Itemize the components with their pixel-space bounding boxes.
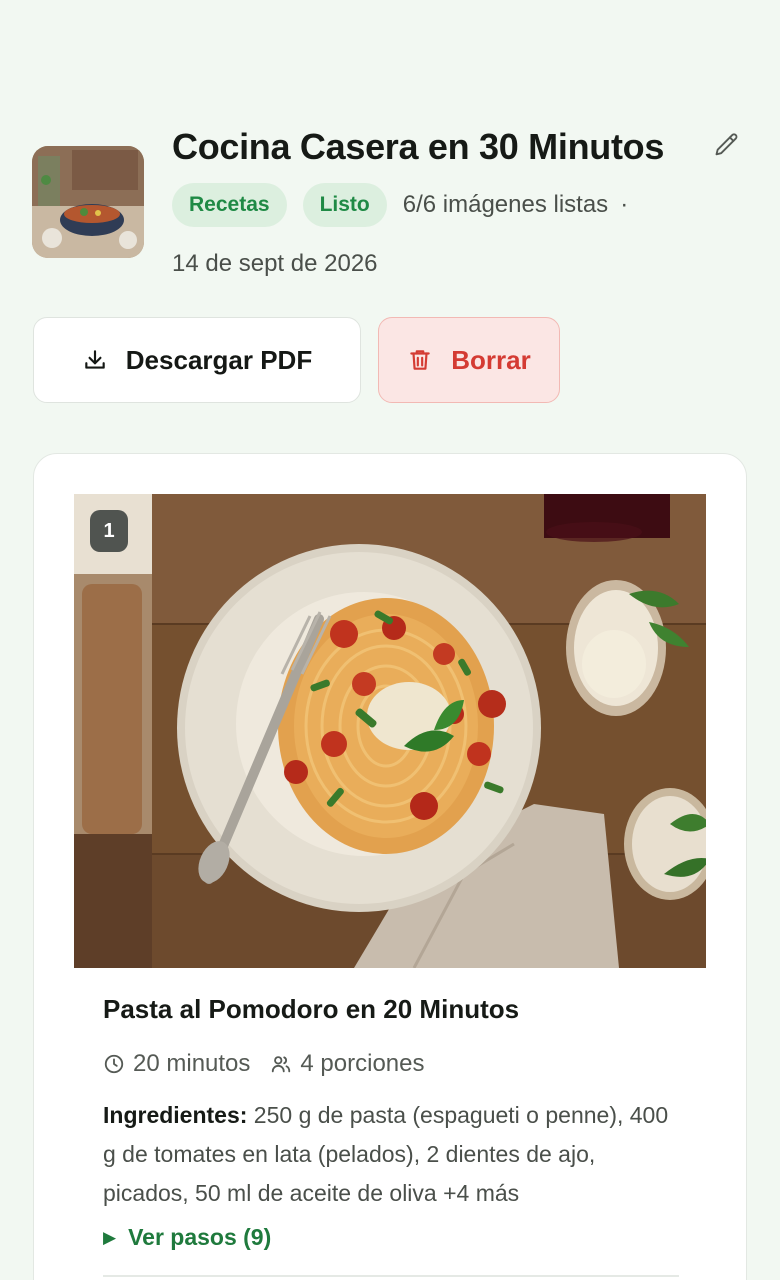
recipe-time-label: 20 minutos — [133, 1050, 251, 1077]
trash-icon — [410, 350, 430, 370]
delete-button[interactable]: Borrar — [378, 317, 560, 403]
collection-header: Cocina Casera en 30 Minutos Recetas List… — [32, 120, 748, 280]
recipe-card: 1 Pasta al Pomodoro en 20 Minutos 20 min… — [33, 453, 747, 1280]
recipe-time: 20 minutos — [103, 1050, 250, 1078]
category-badge: Recetas — [172, 183, 287, 227]
triangle-right-icon: ▶ — [103, 1227, 117, 1247]
edit-title-button[interactable] — [710, 128, 744, 162]
delete-label: Borrar — [451, 344, 531, 375]
view-steps-toggle[interactable]: ▶ Ver pasos (9) — [103, 1224, 271, 1251]
download-pdf-button[interactable]: Descargar PDF — [33, 317, 361, 403]
recipe-servings-label: 4 porciones — [300, 1050, 425, 1077]
ingredients-label: Ingredientes: — [103, 1102, 248, 1128]
recipe-title: Pasta al Pomodoro en 20 Minutos — [103, 994, 520, 1024]
collection-meta: Recetas Listo 6/6 imágenes listas · — [172, 183, 628, 227]
meta-separator: · — [620, 191, 629, 218]
download-icon — [85, 350, 105, 369]
collection-title: Cocina Casera en 30 Minutos — [172, 126, 665, 167]
collection-cover-image[interactable] — [32, 146, 144, 258]
recipe-stats: 20 minutos 4 porciones — [103, 1050, 444, 1078]
users-icon — [272, 1056, 291, 1073]
recipe-servings: 4 porciones — [270, 1050, 424, 1078]
clock-icon — [104, 1054, 124, 1074]
recipe-number-badge: 1 — [90, 510, 128, 552]
pencil-icon — [715, 133, 738, 156]
images-status: 6/6 imágenes listas — [402, 191, 609, 218]
card-divider — [103, 1275, 679, 1277]
collection-date: 14 de sept de 2026 — [172, 250, 378, 277]
recipe-ingredients: Ingredientes: 250 g de pasta (espagueti … — [103, 1096, 683, 1213]
status-badge: Listo — [302, 183, 387, 227]
view-steps-label: Ver pasos (9) — [128, 1224, 272, 1250]
recipe-photo[interactable]: 1 — [74, 494, 706, 968]
download-pdf-label: Descargar PDF — [125, 344, 313, 375]
